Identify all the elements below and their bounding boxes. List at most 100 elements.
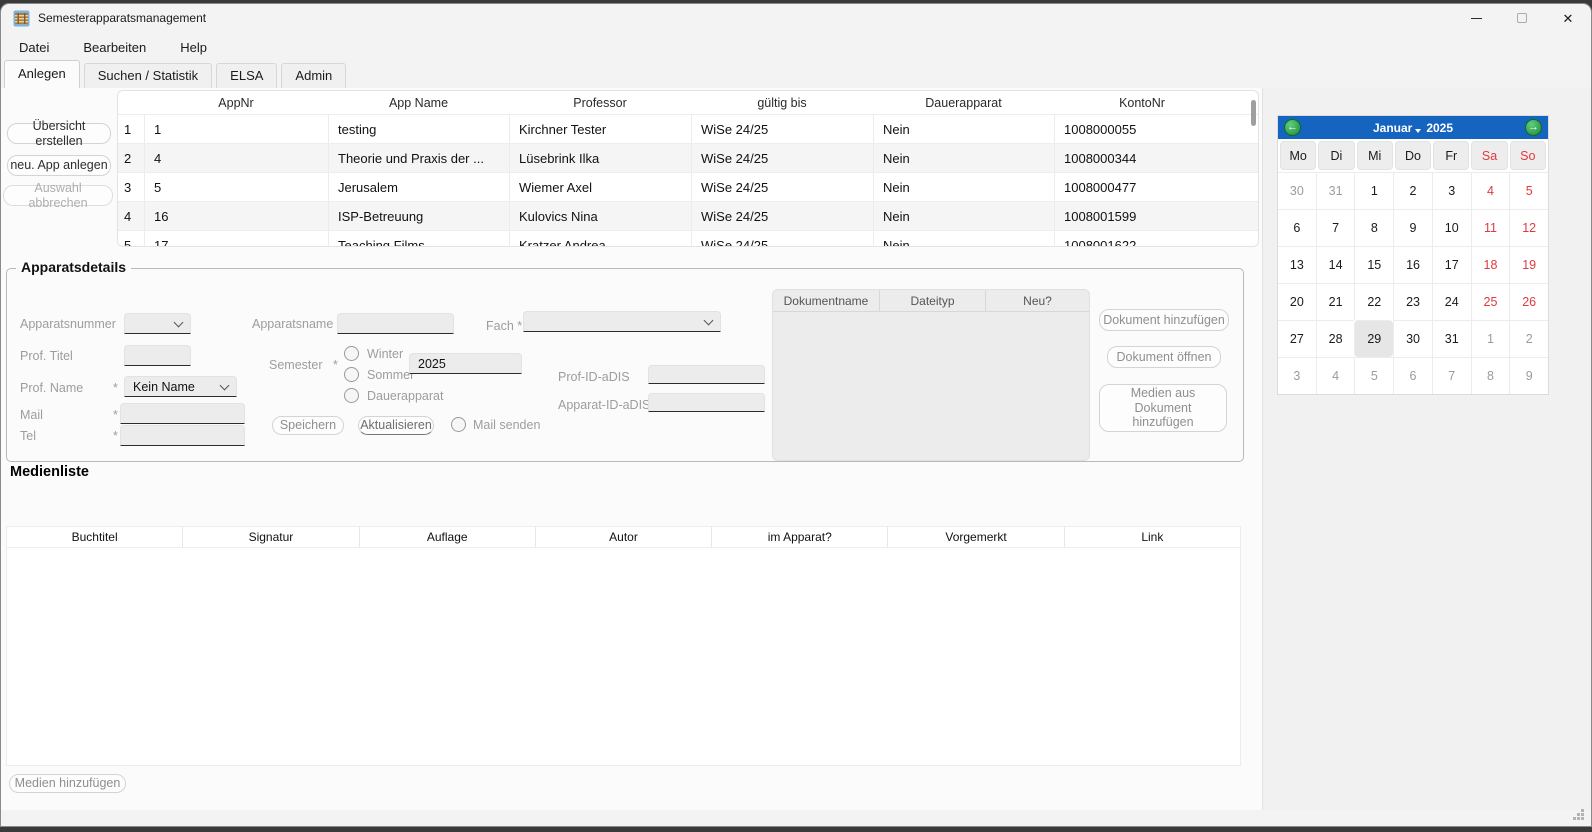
calendar-day-cell[interactable]: 26	[1509, 283, 1548, 320]
calendar-day-cell[interactable]: 30	[1393, 320, 1432, 357]
apparatsname-input[interactable]	[337, 313, 454, 334]
sidebar-button-3[interactable]: Auswahl abbrechen	[3, 185, 113, 206]
calendar-day-cell[interactable]: 6	[1393, 357, 1432, 394]
calendar-day-cell[interactable]: 16	[1393, 246, 1432, 283]
menu-bearbeiten[interactable]: Bearbeiten	[73, 35, 156, 60]
calendar-day-cell[interactable]: 2	[1393, 172, 1432, 209]
calendar-day-cell[interactable]: 3	[1278, 357, 1316, 394]
calendar-day-cell[interactable]: 14	[1316, 246, 1355, 283]
calendar-day-cell[interactable]: 8	[1354, 209, 1393, 246]
calendar-day-cell[interactable]: 6	[1278, 209, 1316, 246]
menu-help[interactable]: Help	[170, 35, 217, 60]
calendar-day-headers: MoDiMiDoFrSaSo	[1278, 139, 1548, 172]
fach-dropdown[interactable]	[523, 311, 721, 332]
calendar-day-cell[interactable]: 24	[1432, 283, 1471, 320]
calendar-next-button[interactable]: →	[1525, 119, 1542, 136]
apps-table-row[interactable]: 24Theorie und Praxis der ...Lüsebrink Il…	[118, 144, 1258, 173]
calendar-day-cell[interactable]: 31	[1316, 172, 1355, 209]
calendar-day-cell[interactable]: 7	[1316, 209, 1355, 246]
calendar-day-cell[interactable]: 11	[1471, 209, 1510, 246]
sidebar-button-2[interactable]: neu. App anlegen	[7, 155, 111, 176]
calendar-day-cell[interactable]: 8	[1471, 357, 1510, 394]
calendar-day-cell[interactable]: 29	[1354, 320, 1393, 357]
prof-id-input[interactable]	[648, 365, 765, 384]
calendar: ← Januar 2025 → MoDiMiDoFrSaSo 303112345…	[1277, 115, 1549, 395]
calendar-day-header-fr: Fr	[1433, 141, 1469, 170]
calendar-day-cell[interactable]: 10	[1432, 209, 1471, 246]
close-icon: ✕	[1563, 12, 1574, 25]
calendar-day-cell[interactable]: 7	[1432, 357, 1471, 394]
calendar-day-cell[interactable]: 17	[1432, 246, 1471, 283]
calendar-day-cell[interactable]: 13	[1278, 246, 1316, 283]
apps-column-header: AppNr	[144, 96, 328, 110]
maximize-button[interactable]	[1499, 4, 1545, 32]
dauerapparat-radio[interactable]	[344, 388, 359, 403]
calendar-month: Januar	[1373, 121, 1412, 135]
apps-table-row[interactable]: 416ISP-BetreuungKulovics NinaWiSe 24/25N…	[118, 202, 1258, 231]
calendar-day-cell[interactable]: 1	[1471, 320, 1510, 357]
calendar-day-cell[interactable]: 1	[1354, 172, 1393, 209]
medien-hinzufuegen-button[interactable]: Medien hinzufügen	[9, 774, 126, 793]
tab-anlegen[interactable]: Anlegen	[4, 60, 80, 88]
tab-elsa[interactable]: ELSA	[216, 63, 277, 88]
calendar-day-cell[interactable]: 5	[1354, 357, 1393, 394]
apparatsnummer-dropdown[interactable]	[124, 313, 191, 334]
cell: 1	[144, 115, 328, 143]
calendar-day-cell[interactable]: 2	[1509, 320, 1548, 357]
calendar-day-cell[interactable]: 9	[1509, 357, 1548, 394]
tab-admin[interactable]: Admin	[281, 63, 346, 88]
dokument-hinzufuegen-button[interactable]: Dokument hinzufügen	[1099, 309, 1229, 331]
tab-suchen-statistik[interactable]: Suchen / Statistik	[84, 63, 212, 88]
calendar-day-cell[interactable]: 21	[1316, 283, 1355, 320]
calendar-day-header-di: Di	[1318, 141, 1354, 170]
calendar-title[interactable]: Januar 2025	[1373, 121, 1453, 135]
sidebar-button-1[interactable]: Übersicht erstellen	[7, 123, 111, 144]
dokument-oeffnen-button[interactable]: Dokument öffnen	[1107, 346, 1221, 368]
calendar-day-cell[interactable]: 18	[1471, 246, 1510, 283]
apps-table-row[interactable]: 517Teaching FilmsKratzer AndreaWiSe 24/2…	[118, 231, 1258, 247]
aktualisieren-button[interactable]: Aktualisieren	[358, 416, 434, 435]
sommer-radio[interactable]	[344, 367, 359, 382]
calendar-day-cell[interactable]: 5	[1509, 172, 1548, 209]
apps-table-row[interactable]: 11testingKirchner TesterWiSe 24/25Nein10…	[118, 115, 1258, 144]
cell: Kulovics Nina	[509, 202, 691, 230]
calendar-day-cell[interactable]: 22	[1354, 283, 1393, 320]
apparat-id-label: Apparat-ID-aDIS	[558, 398, 650, 412]
apps-table-scrollbar[interactable]	[1251, 100, 1256, 126]
mail-senden-checkbox[interactable]	[451, 417, 466, 432]
calendar-day-cell[interactable]: 15	[1354, 246, 1393, 283]
apparat-id-input[interactable]	[648, 393, 765, 412]
app-icon	[13, 10, 30, 27]
calendar-header: ← Januar 2025 →	[1278, 116, 1548, 139]
year-input[interactable]: 2025	[409, 353, 522, 374]
menu-datei[interactable]: Datei	[9, 35, 59, 60]
minimize-button[interactable]	[1453, 4, 1499, 32]
calendar-day-cell[interactable]: 25	[1471, 283, 1510, 320]
calendar-day-cell[interactable]: 4	[1316, 357, 1355, 394]
minimize-icon	[1471, 18, 1482, 19]
calendar-day-cell[interactable]: 19	[1509, 246, 1548, 283]
title-bar: Semesterapparatsmanagement ✕	[1, 4, 1591, 32]
medien-aus-dokument-button[interactable]: Medien aus Dokument hinzufügen	[1099, 384, 1227, 432]
resize-grip[interactable]	[1581, 817, 1584, 820]
calendar-day-cell[interactable]: 3	[1432, 172, 1471, 209]
winter-radio[interactable]	[344, 346, 359, 361]
calendar-day-cell[interactable]: 20	[1278, 283, 1316, 320]
calendar-day-cell[interactable]: 31	[1432, 320, 1471, 357]
close-button[interactable]: ✕	[1545, 4, 1591, 32]
tel-input[interactable]	[120, 425, 245, 446]
calendar-prev-button[interactable]: ←	[1284, 119, 1301, 136]
calendar-day-cell[interactable]: 28	[1316, 320, 1355, 357]
calendar-day-cell[interactable]: 12	[1509, 209, 1548, 246]
tab-strip: AnlegenSuchen / StatistikELSAAdmin	[1, 62, 1591, 88]
calendar-day-cell[interactable]: 9	[1393, 209, 1432, 246]
calendar-day-cell[interactable]: 23	[1393, 283, 1432, 320]
calendar-day-cell[interactable]: 30	[1278, 172, 1316, 209]
calendar-day-cell[interactable]: 27	[1278, 320, 1316, 357]
calendar-day-cell[interactable]: 4	[1471, 172, 1510, 209]
prof-titel-input[interactable]	[124, 345, 191, 366]
speichern-button[interactable]: Speichern	[272, 416, 344, 435]
prof-name-dropdown[interactable]: Kein Name	[124, 376, 237, 397]
mail-input[interactable]	[120, 403, 245, 424]
apps-table-row[interactable]: 35JerusalemWiemer AxelWiSe 24/25Nein1008…	[118, 173, 1258, 202]
